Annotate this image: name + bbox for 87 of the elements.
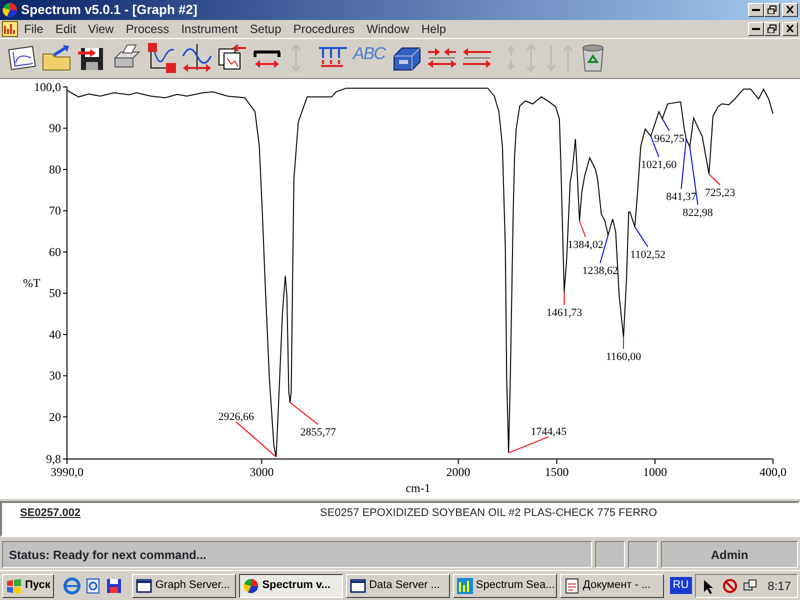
restore-icon <box>767 24 777 34</box>
axis-title: cm-1 <box>406 481 430 496</box>
peak-label: 841,37 <box>666 191 696 204</box>
spectrum-icon <box>456 578 473 594</box>
sample-description: SE0257 EPOXIDIZED SOYBEAN OIL #2 PLAS-CHECK 775 FERRO <box>320 506 658 522</box>
minimize-icon <box>752 28 760 30</box>
tick-label: 2000 <box>446 465 470 480</box>
peak-label: 725,23 <box>704 187 736 200</box>
menu-item[interactable]: Window <box>360 20 416 38</box>
tick-label: 20 <box>49 410 61 424</box>
tick-label: 90 <box>49 121 61 136</box>
tick-label: 60 <box>49 245 61 260</box>
language-indicator[interactable]: RU <box>670 577 692 594</box>
peak-label: 962,75 <box>654 132 684 145</box>
close-button[interactable] <box>782 2 798 17</box>
tick-label: 80 <box>49 162 61 177</box>
tick-label: 9,8 <box>46 452 61 466</box>
status-message: Status: Ready for next command... <box>2 540 592 568</box>
tick-label: 70 <box>49 204 61 218</box>
leader-line <box>236 422 277 458</box>
tick-label: 400,0 <box>760 465 786 480</box>
leader-line <box>508 436 550 454</box>
peak-label: 1744,45 <box>530 426 566 438</box>
menu-item[interactable]: View <box>82 20 120 38</box>
leader-line <box>662 118 670 132</box>
close-icon <box>785 5 795 14</box>
color-wheel-icon <box>243 578 260 594</box>
window-icon <box>136 578 152 594</box>
menu-item[interactable]: Setup <box>244 20 288 38</box>
restore-button[interactable] <box>764 22 780 36</box>
peak-label: 2855,77 <box>300 426 336 439</box>
peak-label: 1160,00 <box>606 351 642 364</box>
leader-line <box>579 220 586 238</box>
tick-label: 3990,0 <box>50 465 84 480</box>
taskbar-button[interactable]: Spectrum v... <box>239 574 344 598</box>
peak-label: 1238,62 <box>582 265 618 278</box>
menu-item[interactable]: File <box>18 20 50 38</box>
window-icon <box>350 578 366 594</box>
sample-id: SE0257.002 <box>20 506 82 522</box>
wave-arrows-icon[interactable] <box>181 42 213 74</box>
menu-item[interactable]: Process <box>120 20 176 38</box>
minimize-icon <box>752 8 760 11</box>
status-user: Admin <box>661 540 798 568</box>
taskbar-button[interactable]: Data Server ... <box>346 574 450 598</box>
tick-label: 100,0 <box>34 80 61 94</box>
restore-button[interactable] <box>764 2 780 17</box>
tick-label: 1000 <box>643 465 667 480</box>
peak-label: 1021,60 <box>640 159 677 172</box>
peak-label: 1384,02 <box>568 239 604 252</box>
status-panel <box>595 540 625 568</box>
menu-item[interactable]: Help <box>415 20 452 38</box>
windows-flag-icon <box>6 578 22 594</box>
leader-line <box>634 226 648 248</box>
start-button[interactable]: Пуск <box>2 574 54 598</box>
document-icon <box>564 578 580 594</box>
leader-line <box>564 292 565 306</box>
color-wheel-icon <box>2 2 18 18</box>
taskbar-button[interactable]: Spectrum Sea... <box>452 574 557 598</box>
close-icon <box>785 24 795 34</box>
close-button[interactable] <box>782 22 798 36</box>
status-panel <box>628 540 658 568</box>
blocked-icon[interactable] <box>722 578 738 594</box>
leader-line <box>708 174 720 186</box>
chart-icon <box>2 20 18 37</box>
peak-label: 1102,52 <box>630 248 666 261</box>
menu-item[interactable]: Instrument <box>175 20 244 38</box>
menu-item[interactable]: Edit <box>49 20 82 38</box>
leader-line <box>290 402 319 426</box>
tick-label: 3000 <box>250 465 274 480</box>
peak-label: 822,98 <box>682 206 713 219</box>
tick-label: 30 <box>49 368 61 383</box>
clock: 8:17 <box>768 578 791 595</box>
menu-item[interactable]: Procedures <box>287 20 361 38</box>
peak-label: 1461,73 <box>546 307 582 320</box>
peak-label: 2926,66 <box>218 411 254 424</box>
axes-icon[interactable] <box>146 42 178 74</box>
window-title: Spectrum v5.0.1 - [Graph #2] <box>21 1 198 20</box>
minimize-button[interactable] <box>748 2 764 17</box>
taskbar-button[interactable]: Документ - ... <box>560 574 664 598</box>
taskbar-button[interactable]: Graph Server... <box>132 574 236 598</box>
tick-label: 40 <box>49 328 61 342</box>
tick-label: 50 <box>49 286 61 300</box>
minimize-button[interactable] <box>748 22 764 36</box>
axis-title: %T <box>23 276 40 290</box>
leader-line <box>623 336 624 350</box>
tick-label: 1500 <box>544 465 569 480</box>
restore-icon <box>767 5 777 14</box>
